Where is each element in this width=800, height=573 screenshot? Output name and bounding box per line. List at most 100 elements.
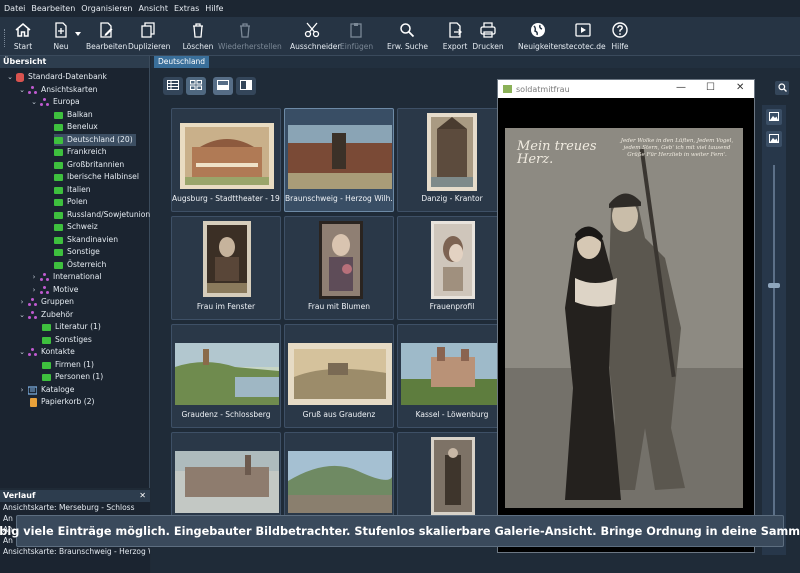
maximize-icon[interactable]: ☐ — [706, 82, 715, 93]
folder-icon — [54, 261, 63, 269]
split-vertical-icon — [240, 80, 252, 92]
folder-icon — [54, 148, 63, 156]
expand-icon[interactable]: › — [18, 384, 26, 396]
minimize-icon[interactable]: — — [676, 82, 686, 93]
grid-icon — [190, 80, 202, 92]
gallery-card-frauenprofil[interactable]: Frauenprofil — [397, 216, 507, 320]
folder-icon — [42, 373, 51, 381]
export-button[interactable]: Export — [442, 19, 468, 51]
new-dropdown-icon[interactable] — [74, 29, 82, 38]
gallery-card-kassel-loewenburg[interactable]: Kassel - Löwenburg — [397, 324, 507, 428]
collapse-icon[interactable]: ⌄ — [30, 96, 38, 108]
restore-button[interactable]: Wiederherstellen — [218, 19, 282, 51]
tree-item-zubehoer[interactable]: ⌄ Zubehör — [18, 309, 73, 321]
gallery-card-braunschweig[interactable]: Braunschweig - Herzog Wilh... — [284, 108, 394, 212]
viewer-titlebar[interactable]: soldatmitfrau — ☐ ✕ — [498, 80, 754, 98]
tree-item-iberische-halbinsel[interactable]: Iberische Halbinsel — [54, 171, 139, 183]
new-document-icon — [50, 19, 72, 41]
gallery-card-frau-mit-blumen[interactable]: Frau mit Blumen — [284, 216, 394, 320]
tree-item-polen[interactable]: Polen — [54, 196, 88, 208]
postcard-thumbnail — [401, 343, 505, 405]
gallery-card-gruss-aus-graudenz[interactable]: Gruß aus Graudenz — [284, 324, 394, 428]
toolbar-grip[interactable] — [4, 29, 6, 47]
help-button[interactable]: Hilfe — [608, 19, 632, 51]
image-viewer-window: soldatmitfrau — ☐ ✕ Mein treues Herz. Je… — [497, 79, 755, 553]
viewer-photo: Mein treues Herz. Jeder Wolke in den Lüf… — [505, 128, 743, 508]
catalog-icon — [27, 385, 38, 395]
menu-extras[interactable]: Extras — [174, 4, 199, 13]
tree-item-benelux[interactable]: Benelux — [54, 121, 98, 133]
tree-item-europa[interactable]: ⌄ Europa — [30, 96, 80, 108]
tree-item-kataloge[interactable]: › Kataloge — [18, 384, 74, 396]
list-view-button[interactable] — [163, 77, 183, 95]
collapse-icon[interactable]: ⌄ — [18, 84, 26, 96]
menu-hilfe[interactable]: Hilfe — [205, 4, 223, 13]
expand-icon[interactable]: › — [30, 271, 38, 283]
menu-organisieren[interactable]: Organisieren — [81, 4, 132, 13]
new-button[interactable]: Neu — [50, 19, 72, 51]
expand-icon[interactable]: › — [30, 284, 38, 296]
image-view-button[interactable] — [766, 109, 782, 125]
tree-item-oesterreich[interactable]: Österreich — [54, 259, 106, 271]
tree-item-frankreich[interactable]: Frankreich — [54, 146, 107, 158]
postcard-thumbnail — [431, 221, 475, 299]
menu-datei[interactable]: Datei — [4, 4, 25, 13]
tree-item-papierkorb[interactable]: Papierkorb (2) — [30, 396, 95, 408]
close-icon[interactable]: ✕ — [736, 82, 744, 93]
collapse-icon[interactable]: ⌄ — [18, 309, 26, 321]
duplicate-button[interactable]: Duplizieren — [128, 19, 170, 51]
search-icon — [387, 19, 427, 41]
split-horizontal-button[interactable] — [213, 77, 233, 95]
gallery-card-frau-im-fenster[interactable]: Frau im Fenster — [171, 216, 281, 320]
advanced-search-button[interactable]: Erw. Suche — [387, 19, 428, 51]
export-icon — [442, 19, 468, 41]
tree-item-database[interactable]: ⌄ Standard-Datenbank — [6, 71, 107, 83]
scissors-icon — [290, 19, 334, 41]
tree-item-kontakte[interactable]: ⌄ Kontakte — [18, 346, 75, 358]
tree-item-schweiz[interactable]: Schweiz — [54, 221, 98, 233]
tree-item-international[interactable]: › International — [30, 271, 101, 283]
tree-item-grossbritannien[interactable]: Großbritannien — [54, 159, 124, 171]
collapse-icon[interactable]: ⌄ — [18, 346, 26, 358]
tree-item-skandinavien[interactable]: Skandinavien — [54, 234, 118, 246]
tree-item-gruppen[interactable]: › Gruppen — [18, 296, 74, 308]
search-button[interactable] — [775, 81, 789, 95]
tree-item-personen[interactable]: Personen (1) — [42, 371, 103, 383]
gallery-card-augsburg[interactable]: Augsburg - Stadttheater - 1903 — [171, 108, 281, 212]
paste-button[interactable]: Einfügen — [340, 19, 373, 51]
delete-button[interactable]: Löschen — [182, 19, 214, 51]
gallery-card-danzig[interactable]: Danzig - Krantor — [397, 108, 507, 212]
tree-item-firmen[interactable]: Firmen (1) — [42, 359, 94, 371]
tree-item-sonstige[interactable]: Sonstige — [54, 246, 100, 258]
gallery-view-button[interactable] — [186, 77, 206, 95]
folder-icon — [42, 361, 51, 369]
news-button[interactable]: Neuigkeiten — [518, 19, 563, 51]
close-icon[interactable]: ✕ — [139, 490, 146, 502]
tab-deutschland[interactable]: Deutschland — [154, 56, 210, 68]
tree-item-sonstiges[interactable]: Sonstiges — [42, 334, 92, 346]
tree-item-ansichtskarten[interactable]: ⌄ Ansichtskarten — [18, 84, 98, 96]
image-view-button-2[interactable] — [766, 131, 782, 147]
print-button[interactable]: Drucken — [472, 19, 504, 51]
history-row[interactable]: Ansichtskarte: Braunschweig - Herzog W — [0, 546, 150, 557]
tree-item-balkan[interactable]: Balkan — [54, 109, 93, 121]
zoom-slider-thumb[interactable] — [768, 283, 780, 288]
history-row[interactable]: Ansichtskarte: Merseburg - Schloss — [0, 502, 150, 513]
tree-item-motive[interactable]: › Motive — [30, 284, 78, 296]
tree-item-italien[interactable]: Italien — [54, 184, 91, 196]
split-vertical-button[interactable] — [236, 77, 256, 95]
tree-item-deutschland[interactable]: Deutschland (20) — [54, 134, 136, 146]
edit-button[interactable]: Bearbeiten — [86, 19, 127, 51]
website-button[interactable]: stecotec.de — [562, 19, 606, 51]
expand-icon[interactable]: › — [18, 296, 26, 308]
gallery-card-graudenz-schlossberg[interactable]: Graudenz - Schlossberg — [171, 324, 281, 428]
zoom-slider-track[interactable] — [773, 165, 775, 525]
cut-button[interactable]: Ausschneiden — [290, 19, 342, 51]
menu-bearbeiten[interactable]: Bearbeiten — [31, 4, 75, 13]
start-button[interactable]: Start — [12, 19, 34, 51]
collapse-icon[interactable]: ⌄ — [6, 71, 14, 83]
menu-ansicht[interactable]: Ansicht — [138, 4, 168, 13]
folder-icon — [54, 223, 63, 231]
tree-item-russland[interactable]: Russland/Sowjetunion — [54, 209, 150, 221]
tree-item-literatur[interactable]: Literatur (1) — [42, 321, 101, 333]
